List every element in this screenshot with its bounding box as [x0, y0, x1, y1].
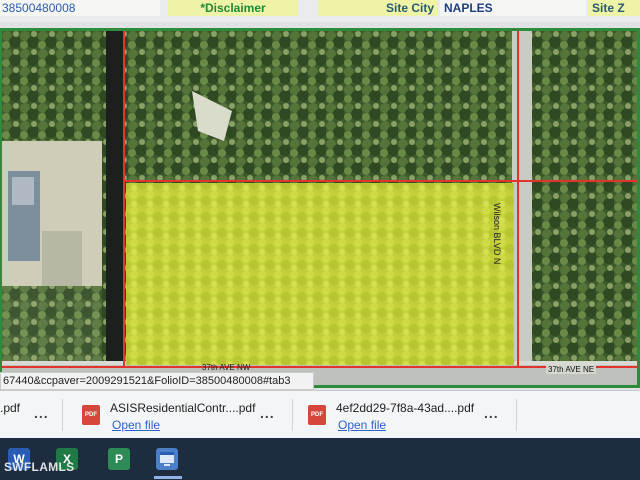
more-options-icon[interactable]: ...: [484, 405, 499, 421]
download-file-name: ASISResidentialContr....pdf: [110, 401, 256, 415]
download-item-2[interactable]: PDF ASISResidentialContr....pdf Open fil…: [72, 391, 292, 439]
site-city-label: Site City: [318, 0, 438, 16]
open-file-link[interactable]: Open file: [112, 418, 160, 432]
pdf-file-icon: PDF: [308, 405, 326, 425]
road-label-west: 37th AVE NW: [202, 363, 251, 372]
divider: [292, 399, 293, 431]
download-file-name: 4ef2dd29-7f8a-43ad....pdf: [336, 401, 475, 415]
aerial-parcel-map[interactable]: Wilson BLVD N 37th AVE NW 37th AVE NE: [0, 28, 640, 388]
road-label-blvd: Wilson BLVD N: [492, 203, 502, 265]
project-icon[interactable]: P: [108, 448, 130, 470]
aerial-image: [2, 31, 637, 385]
download-file-name: .pdf: [0, 401, 21, 415]
more-options-icon[interactable]: ...: [260, 405, 275, 421]
road-label-east: 37th AVE NE: [546, 365, 597, 374]
site-city-value: NAPLES: [440, 0, 586, 16]
property-info-strip: 38500480008 *Disclaimer Site City NAPLES…: [0, 0, 640, 22]
download-item-1[interactable]: .pdf ...: [0, 391, 60, 439]
disclaimer-link[interactable]: *Disclaimer: [168, 0, 298, 16]
site-zip-label: Site Z: [588, 0, 640, 16]
taskbar: W X P: [0, 438, 640, 480]
pdf-file-icon: PDF: [82, 405, 100, 425]
download-shelf: .pdf ... PDF ASISResidentialContr....pdf…: [0, 390, 640, 438]
more-options-icon[interactable]: ...: [34, 405, 49, 421]
download-item-3[interactable]: PDF 4ef2dd29-7f8a-43ad....pdf Open file …: [298, 391, 518, 439]
divider: [62, 399, 63, 431]
divider: [516, 399, 517, 431]
mls-watermark: SWFLAMLS: [4, 460, 75, 474]
parcel-number-fragment: 38500480008: [0, 0, 160, 16]
open-file-link[interactable]: Open file: [338, 418, 386, 432]
url-status-bar: 67440&ccpaver=2009291521&FolioID=3850048…: [0, 372, 314, 390]
active-app-indicator: [154, 476, 182, 479]
app-window-icon[interactable]: [156, 448, 178, 470]
